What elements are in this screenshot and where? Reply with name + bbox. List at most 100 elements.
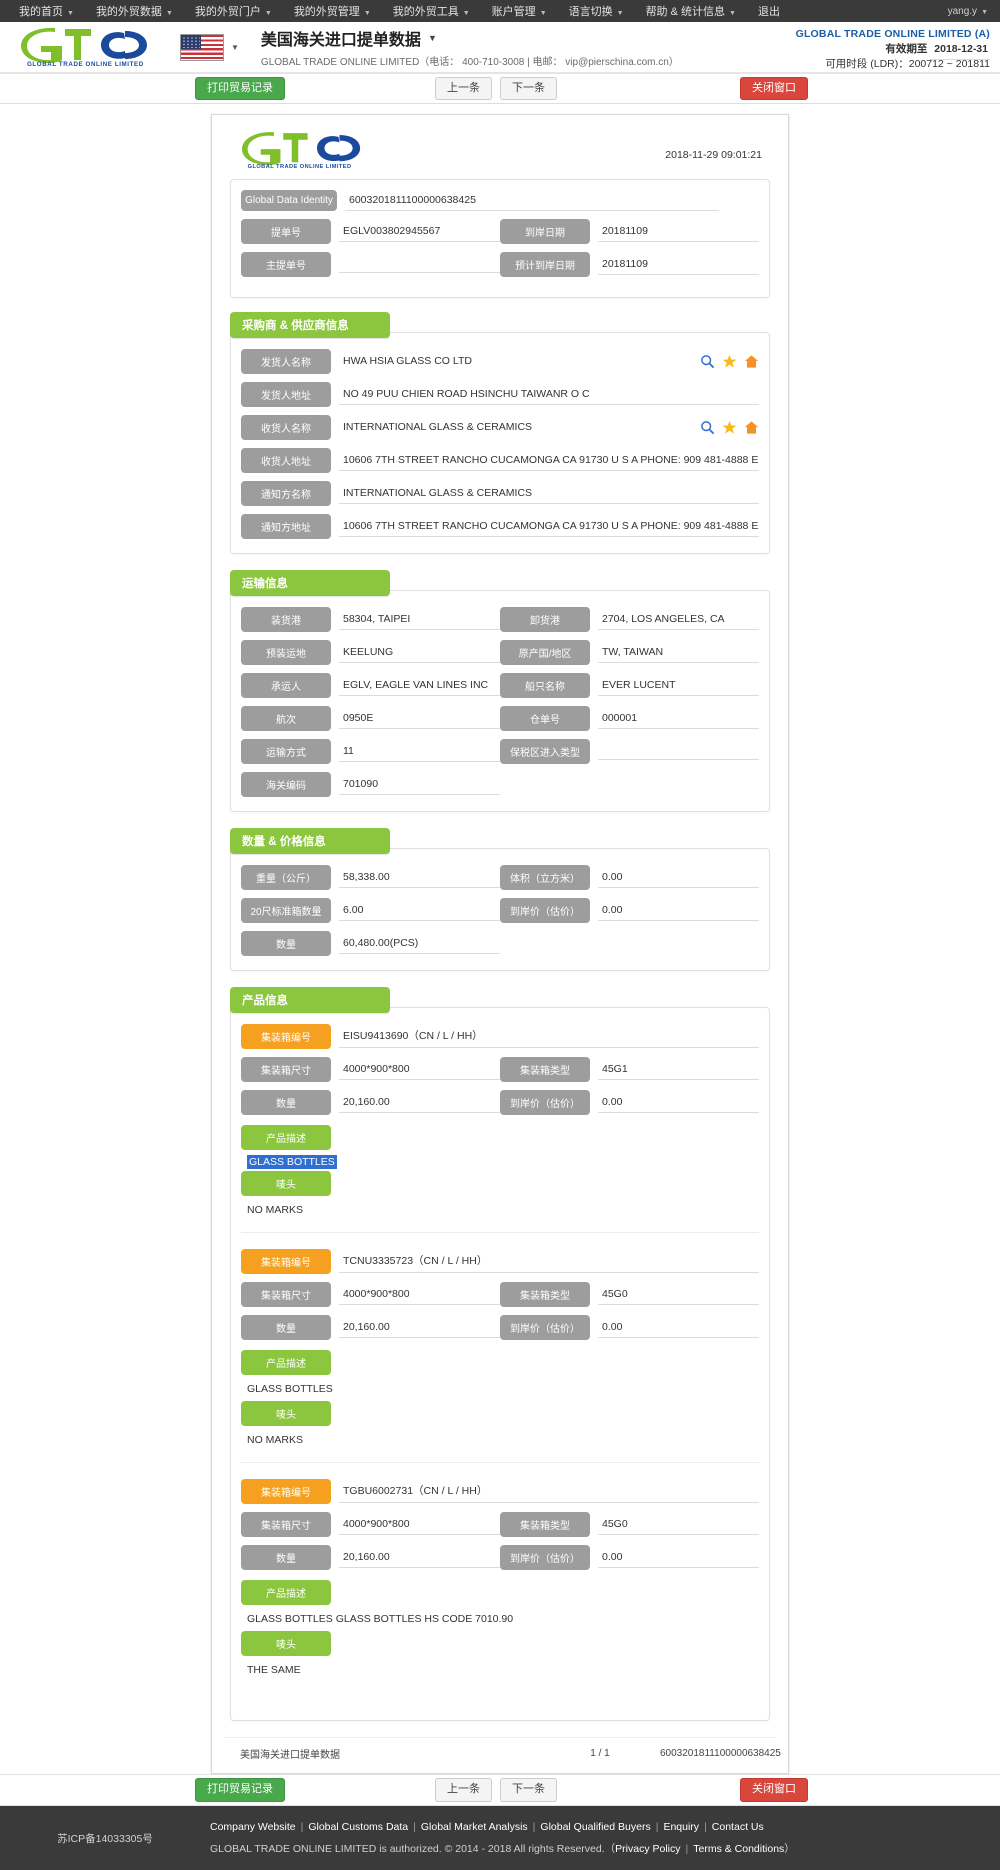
discharge-port-label: 卸货港 xyxy=(500,607,590,632)
footer-content: Company Website | Global Customs Data | Glob… xyxy=(210,1816,1000,1860)
container-no-row: 集装箱编号 EISU9413690（CN / L / HH） xyxy=(241,1024,759,1049)
product-section-title: 产品信息 xyxy=(230,987,390,1013)
search-icon[interactable] xyxy=(700,354,715,369)
voyage-manifest-row: 航次 0950E 仓单号 000001 xyxy=(241,706,759,731)
product-cif-label: 到岸价（估价） xyxy=(500,1090,590,1115)
nav-item-logout[interactable]: 退出 xyxy=(747,3,791,19)
product-description-line: GLASS BOTTLES xyxy=(241,1154,759,1169)
container-no-label: 集装箱编号 xyxy=(241,1479,331,1504)
chevron-down-icon: ▼ xyxy=(165,10,173,17)
notify-name-label: 通知方名称 xyxy=(241,481,331,506)
container-no-value: TGBU6002731（CN / L / HH） xyxy=(339,1480,759,1503)
bill-no-label: 提单号 xyxy=(241,219,331,244)
product-description-value: GLASS BOTTLES xyxy=(247,1155,337,1169)
product-quantity-label: 数量 xyxy=(241,1090,331,1115)
footer-link-global-market-analysis[interactable]: Global Market Analysis xyxy=(421,1821,528,1833)
eta-value: 20181109 xyxy=(598,255,759,275)
nav-label: 账户管理 xyxy=(491,6,536,18)
nav-item-trade-tools[interactable]: 我的外贸工具 ▼ xyxy=(382,3,481,19)
chevron-down-icon: ▼ xyxy=(363,10,371,17)
product-qty-cif-row: 数量 20,160.00 到岸价（估价） 0.00 xyxy=(241,1090,759,1115)
container-size-label: 集装箱尺寸 xyxy=(241,1282,331,1307)
container-no-row: 集装箱编号 TGBU6002731（CN / L / HH） xyxy=(241,1479,759,1504)
footer-link-terms-conditions[interactable]: Terms & Conditions xyxy=(693,1843,784,1855)
star-icon[interactable] xyxy=(722,354,737,369)
master-bill-no-label: 主提单号 xyxy=(241,252,331,277)
next-record-button[interactable]: 下一条 xyxy=(500,76,557,101)
nav-item-language-switch[interactable]: 语言切换 ▼ xyxy=(558,3,635,19)
footer-separator: | xyxy=(685,1843,689,1855)
search-icon[interactable] xyxy=(700,420,715,435)
gtc-logo-icon: GLOBAL TRADE ONLINE LIMITED xyxy=(21,27,147,67)
document-area: GLOBAL TRADE ONLINE LIMITED 2018-11-29 0… xyxy=(0,104,1000,1774)
preload-origin-row: 预装运地 KEELUNG 原产国/地区 TW, TAIWAN xyxy=(241,640,759,665)
container-type-value: 45G1 xyxy=(598,1060,759,1080)
container-no-row: 集装箱编号 TCNU3335723（CN / L / HH） xyxy=(241,1249,759,1274)
hs-code-row: 海关编码 701090 xyxy=(241,772,759,797)
footer-link-contact-us[interactable]: Contact Us xyxy=(712,1821,764,1833)
page-title: 美国海关进口提单数据 xyxy=(260,32,421,49)
home-icon[interactable] xyxy=(744,420,759,435)
product-description-label: 产品描述 xyxy=(241,1350,331,1375)
footer-link-global-customs-data[interactable]: Global Customs Data xyxy=(308,1821,408,1833)
carrier-value: EGLV, EAGLE VAN LINES INC xyxy=(339,676,500,696)
product-qty-cif-row: 数量 20,160.00 到岸价（估价） 0.00 xyxy=(241,1545,759,1570)
nav-item-account-management[interactable]: 账户管理 ▼ xyxy=(481,3,558,19)
close-window-button[interactable]: 关闭窗口 xyxy=(740,76,808,101)
validity-label: 有效期至 xyxy=(885,43,928,56)
transport-card: 装货港 58304, TAIPEI 卸货港 2704, LOS ANGELES,… xyxy=(230,590,770,812)
nav-label: 我的外贸数据 xyxy=(95,6,162,18)
container-no-label: 集装箱编号 xyxy=(241,1249,331,1274)
svg-text:GLOBAL TRADE ONLINE LIMITED: GLOBAL TRADE ONLINE LIMITED xyxy=(248,164,352,169)
product-marks-label: 唛头 xyxy=(241,1631,331,1656)
container-size-type-row: 集装箱尺寸 4000*900*800 集装箱类型 45G1 xyxy=(241,1057,759,1082)
nav-label: 我的首页 xyxy=(19,6,63,18)
chevron-down-icon: ▼ xyxy=(539,10,547,17)
previous-record-button-bottom[interactable]: 上一条 xyxy=(435,1778,492,1802)
shipper-name-label: 发货人名称 xyxy=(241,349,331,374)
product-section: 产品信息 集装箱编号 EISU9413690（CN / L / HH） 集装箱尺… xyxy=(224,987,776,1721)
teu-value: 6.00 xyxy=(339,901,500,921)
footer-separator: | xyxy=(300,1820,304,1833)
footer-separator: | xyxy=(532,1820,536,1833)
nav-item-trade-data[interactable]: 我的外贸数据 ▼ xyxy=(85,3,184,19)
chevron-down-icon[interactable]: ▼ xyxy=(428,33,437,43)
container-no-value: EISU9413690（CN / L / HH） xyxy=(339,1025,759,1048)
previous-record-button[interactable]: 上一条 xyxy=(435,76,492,101)
nav-item-trade-management[interactable]: 我的外贸管理 ▼ xyxy=(283,3,382,19)
page-title-block: 美国海关进口提单数据 ▼ GLOBAL TRADE ONLINE LIMITED… xyxy=(261,26,679,68)
current-user-menu[interactable]: yang.y ▼ xyxy=(948,6,1000,17)
nav-item-help-stats[interactable]: 帮助 & 统计信息 ▼ xyxy=(635,3,747,19)
star-icon[interactable] xyxy=(722,420,737,435)
chevron-down-icon: ▼ xyxy=(67,10,74,17)
print-trade-record-button-bottom[interactable]: 打印贸易记录 xyxy=(195,1778,285,1802)
footer-link-global-qualified-buyers[interactable]: Global Qualified Buyers xyxy=(540,1821,650,1833)
home-icon[interactable] xyxy=(744,354,759,369)
footer-link-company-website[interactable]: Company Website xyxy=(210,1821,296,1833)
product-marks-label: 唛头 xyxy=(241,1171,331,1196)
nav-item-trade-portal[interactable]: 我的外贸门户 ▼ xyxy=(184,3,283,19)
document-footer-identity: 6003201811100000638425 xyxy=(660,1748,781,1759)
notify-name-value: INTERNATIONAL GLASS & CERAMICS xyxy=(339,484,759,504)
parties-section: 采购商 & 供应商信息 发货人名称 HWA HSIA GLASS CO LTD xyxy=(224,312,776,554)
product-marks-label: 唛头 xyxy=(241,1401,331,1426)
weight-volume-row: 重量（公斤） 58,338.00 体积（立方米） 0.00 xyxy=(241,865,759,890)
master-bill-row: 主提单号 预计到岸日期 20181109 xyxy=(241,252,759,277)
next-record-button-bottom[interactable]: 下一条 xyxy=(500,1778,557,1802)
close-window-button-bottom[interactable]: 关闭窗口 xyxy=(740,1778,808,1802)
transport-mode-value: 11 xyxy=(339,742,500,762)
footer-links-row: Company Website | Global Customs Data | Glob… xyxy=(210,1816,1000,1838)
brand-logo[interactable]: GLOBAL TRADE ONLINE LIMITED xyxy=(0,27,170,67)
bill-of-lading-document: GLOBAL TRADE ONLINE LIMITED 2018-11-29 0… xyxy=(211,114,789,1774)
footer-link-privacy-policy[interactable]: Privacy Policy xyxy=(615,1843,680,1855)
bonded-entry-type-value xyxy=(598,743,759,760)
footer-separator: | xyxy=(704,1820,707,1833)
container-size-type-row: 集装箱尺寸 4000*900*800 集装箱类型 45G0 xyxy=(241,1512,759,1537)
carrier-vessel-row: 承运人 EGLV, EAGLE VAN LINES INC 船只名称 EVER … xyxy=(241,673,759,698)
master-bill-no-value xyxy=(339,256,500,273)
nav-item-home[interactable]: 我的首页 ▼ xyxy=(8,3,85,19)
footer-link-enquiry[interactable]: Enquiry xyxy=(663,1821,699,1833)
print-trade-record-button[interactable]: 打印贸易记录 xyxy=(195,76,285,101)
country-flag-selector[interactable]: ▼ xyxy=(180,33,239,61)
quantity-label: 数量 xyxy=(241,931,331,956)
